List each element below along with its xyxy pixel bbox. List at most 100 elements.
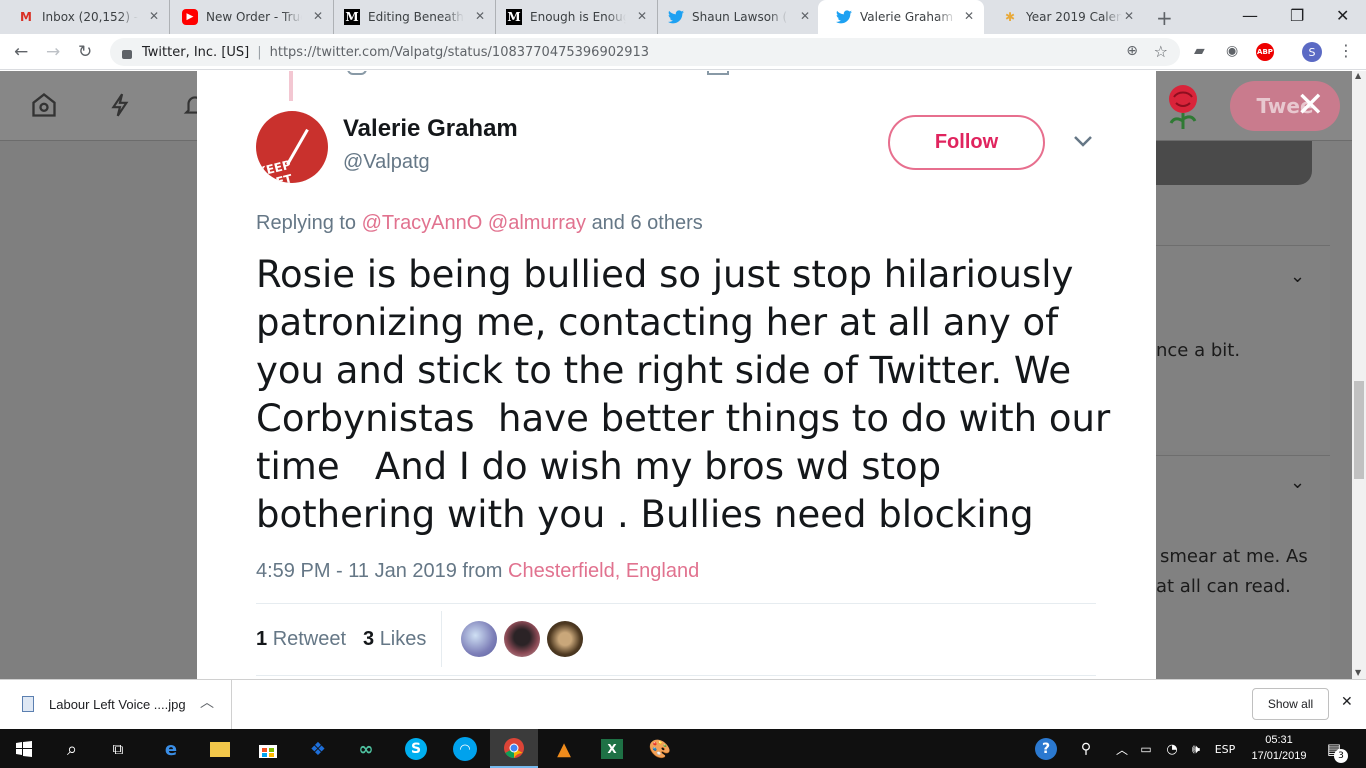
extension-icon[interactable]: ◉ xyxy=(1226,43,1238,59)
tab-twitter-valerie[interactable]: Valerie Graham on ✕ xyxy=(818,0,984,34)
store-icon[interactable] xyxy=(256,736,280,762)
image-file-icon xyxy=(22,696,34,712)
close-icon[interactable]: ✕ xyxy=(800,9,810,23)
message-icon[interactable] xyxy=(707,71,729,75)
zoom-icon[interactable]: ⊕ xyxy=(1126,43,1138,59)
home-icon[interactable] xyxy=(30,91,58,125)
tab-medium-2[interactable]: M Enough is Enough: ✕ xyxy=(488,0,658,34)
minimize-button[interactable]: — xyxy=(1242,6,1258,25)
clock[interactable]: 05:31 17/01/2019 xyxy=(1246,732,1312,764)
tab-label: Inbox (20,152) - sh xyxy=(42,10,138,24)
scroll-up-arrow[interactable]: ▲ xyxy=(1355,71,1361,80)
page-scrollbar[interactable]: ▲ ▼ xyxy=(1352,71,1366,679)
address-bar[interactable]: Twitter, Inc. [US] | https://twitter.com… xyxy=(110,38,1180,66)
arduino-icon[interactable]: ∞ xyxy=(354,736,378,762)
likes-stat[interactable]: 3 Likes xyxy=(363,628,426,651)
windows-start-icon[interactable] xyxy=(14,736,34,762)
paint-icon[interactable]: 🎨 xyxy=(648,736,672,762)
help-icon[interactable]: ? xyxy=(1034,736,1058,762)
location-link[interactable]: Chesterfield, England xyxy=(508,560,699,582)
twitter-bird-icon xyxy=(836,9,852,25)
gmail-icon: M xyxy=(20,10,32,24)
display-name[interactable]: Valerie Graham xyxy=(343,115,518,143)
snippet: at all can read. xyxy=(1156,576,1291,597)
menu-kebab-icon[interactable]: ⋮ xyxy=(1338,41,1354,60)
replying-prefix: Replying to xyxy=(256,212,357,234)
divider xyxy=(256,603,1096,604)
volume-icon[interactable]: 🕪 xyxy=(1186,736,1206,762)
battery-icon[interactable]: ▭ xyxy=(1136,736,1156,762)
dropbox-icon[interactable]: ❖ xyxy=(306,736,330,762)
replying-suffix[interactable]: and 6 others xyxy=(592,212,703,234)
calendar-icon: ✱ xyxy=(1004,10,1016,24)
close-icon[interactable]: ✕ xyxy=(149,9,159,23)
background-image xyxy=(1156,141,1312,185)
scroll-down-arrow[interactable]: ▼ xyxy=(1355,668,1361,677)
close-icon[interactable]: ✕ xyxy=(475,9,485,23)
avatar[interactable]: KEEP LEFT xyxy=(256,111,328,183)
retweet-label: Retweet xyxy=(272,628,347,650)
file-explorer-icon[interactable] xyxy=(208,736,232,762)
close-icon[interactable]: ✕ xyxy=(964,9,974,23)
close-window-button[interactable]: ✕ xyxy=(1336,6,1349,25)
reply-icon[interactable] xyxy=(347,71,367,75)
excel-icon[interactable]: X xyxy=(600,736,624,762)
tab-twitter-shaun[interactable]: Shaun Lawson (@s ✕ xyxy=(650,0,820,34)
tab-medium-1[interactable]: M Editing Beneath Co ✕ xyxy=(326,0,496,34)
liker-avatar[interactable] xyxy=(547,621,583,657)
mention-link[interactable]: @TracyAnnO xyxy=(362,212,483,234)
people-icon[interactable]: ⚲ xyxy=(1076,736,1096,762)
liker-avatar[interactable] xyxy=(504,621,540,657)
tweet-timestamp: 4:59 PM - 11 Jan 2019 from Chesterfield,… xyxy=(256,560,699,583)
close-modal-button[interactable]: ✕ xyxy=(1296,85,1325,125)
moments-lightning-icon[interactable] xyxy=(108,91,134,125)
scrollbar-thumb[interactable] xyxy=(1354,381,1364,479)
wifi-app-icon[interactable]: ◠ xyxy=(452,736,478,762)
tab-gmail[interactable]: M Inbox (20,152) - sh ✕ xyxy=(0,0,170,34)
tab-youtube[interactable]: ▶ New Order - True F ✕ xyxy=(164,0,334,34)
wifi-icon[interactable]: ◔ xyxy=(1162,736,1182,762)
chevron-down-icon[interactable] xyxy=(1073,133,1093,152)
new-tab-button[interactable]: + xyxy=(1156,6,1173,30)
search-icon[interactable]: ⌕ xyxy=(62,736,82,762)
chevron-up-icon[interactable]: ︿ xyxy=(200,692,214,712)
liker-avatar[interactable] xyxy=(461,621,497,657)
back-button[interactable]: ← xyxy=(14,42,28,62)
tab-calendar[interactable]: ✱ Year 2019 Calenda ✕ xyxy=(984,0,1144,34)
task-view-icon[interactable]: ⧉ xyxy=(108,736,128,762)
downloads-bar: Labour Left Voice ....jpg ︿ Show all ✕ xyxy=(0,679,1366,730)
chrome-taskbar-icon[interactable] xyxy=(490,729,538,768)
download-item[interactable]: Labour Left Voice ....jpg ︿ xyxy=(0,680,232,730)
skype-icon[interactable]: S xyxy=(404,736,428,762)
url-text: https://twitter.com/Valpatg/status/10837… xyxy=(269,44,650,60)
user-handle[interactable]: @Valpatg xyxy=(343,151,430,174)
close-icon[interactable]: ✕ xyxy=(637,9,647,23)
language-indicator[interactable]: ESP xyxy=(1212,736,1238,762)
edge-icon[interactable]: e xyxy=(160,736,182,762)
forward-button[interactable]: → xyxy=(46,42,60,62)
follow-button[interactable]: Follow xyxy=(888,115,1045,170)
show-all-button[interactable]: Show all xyxy=(1252,688,1329,720)
labour-rose-avatar[interactable] xyxy=(1160,79,1206,133)
vlc-icon[interactable]: ▲ xyxy=(552,736,576,762)
chevron-down-icon[interactable]: ⌄ xyxy=(1290,266,1305,287)
mention-link[interactable]: @almurray xyxy=(488,212,586,234)
maximize-button[interactable]: ❐ xyxy=(1290,6,1304,25)
medium-icon: M xyxy=(344,9,360,25)
notification-count-badge: 3 xyxy=(1334,749,1348,763)
profile-avatar[interactable]: S xyxy=(1302,42,1322,62)
browser-tab-strip: M Inbox (20,152) - sh ✕ ▶ New Order - Tr… xyxy=(0,0,1366,34)
close-icon[interactable]: ✕ xyxy=(1124,9,1134,23)
divider: | xyxy=(257,44,262,60)
timestamp-text[interactable]: 4:59 PM - 11 Jan 2019 from xyxy=(256,560,502,582)
retweet-stat[interactable]: 1 Retweet xyxy=(256,628,346,651)
bookmark-star-icon[interactable]: ☆ xyxy=(1154,42,1168,61)
extension-icon[interactable]: ▰ xyxy=(1194,43,1205,59)
divider xyxy=(256,675,1096,676)
chevron-up-icon[interactable]: ︿ xyxy=(1112,736,1132,762)
reload-button[interactable]: ↻ xyxy=(78,42,92,62)
adblock-icon[interactable]: ABP xyxy=(1256,43,1274,61)
close-icon[interactable]: ✕ xyxy=(313,9,323,23)
close-icon[interactable]: ✕ xyxy=(1341,694,1353,710)
chevron-down-icon[interactable]: ⌄ xyxy=(1290,472,1305,493)
